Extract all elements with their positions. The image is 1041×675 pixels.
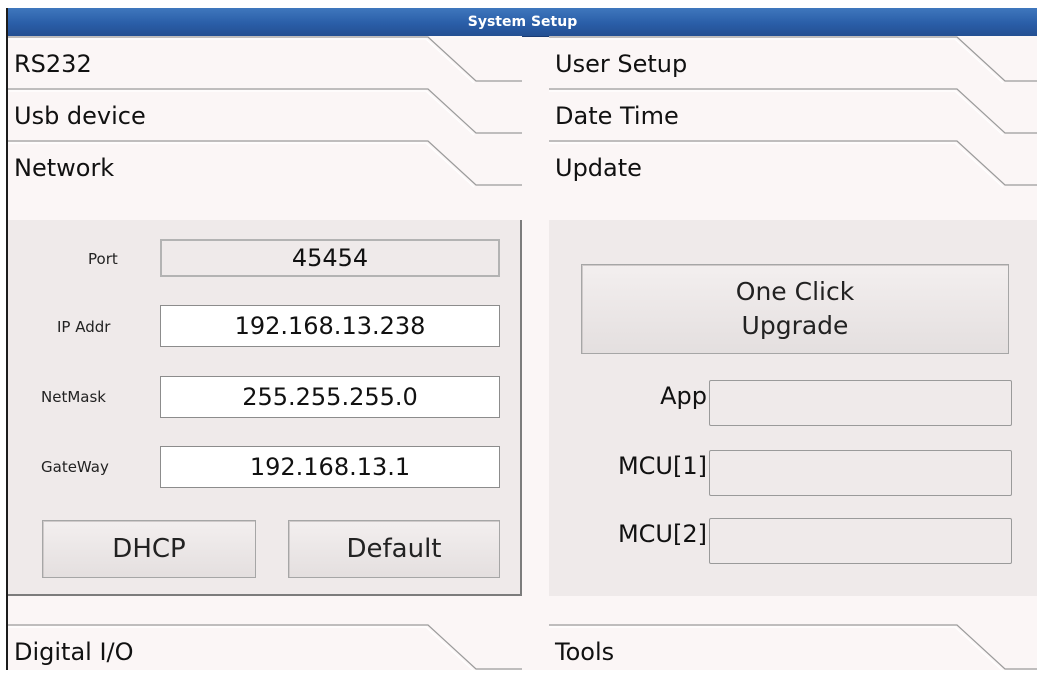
tab-label: Tools (555, 638, 615, 666)
tab-outline (549, 624, 1037, 670)
port-field[interactable]: 45454 (160, 239, 500, 277)
one-click-upgrade-button[interactable]: One Click Upgrade (581, 264, 1009, 354)
gateway-label: GateWay (41, 458, 109, 476)
upgrade-label-line2: Upgrade (741, 311, 849, 340)
mcu1-version-label: MCU[1] (617, 452, 707, 480)
netmask-field[interactable]: 255.255.255.0 (160, 376, 500, 418)
tab-label: Date Time (555, 102, 679, 130)
tab-tools[interactable]: Tools (549, 624, 1037, 670)
tab-update[interactable]: Update (549, 140, 1037, 192)
mcu2-version-label: MCU[2] (617, 520, 707, 548)
tab-rs232[interactable]: RS232 (8, 36, 522, 88)
system-setup-window: System Setup RS232 Usb device Network Po… (6, 8, 1037, 670)
tab-digital-io[interactable]: Digital I/O (8, 624, 522, 670)
tab-usb-device[interactable]: Usb device (8, 88, 522, 140)
tab-label: User Setup (555, 50, 688, 78)
tab-label: Update (555, 154, 642, 182)
tab-user-setup[interactable]: User Setup (549, 36, 1037, 88)
port-label: Port (88, 250, 118, 268)
upgrade-label-line1: One Click (735, 277, 855, 306)
update-panel: One Click Upgrade App MCU[1] MCU[2] (549, 220, 1037, 596)
right-column: User Setup Date Time Update One Click Up… (549, 36, 1037, 670)
window-title-bar: System Setup (8, 8, 1037, 37)
netmask-label: NetMask (41, 388, 106, 406)
tab-label: Network (14, 154, 115, 182)
mcu2-version-field (709, 518, 1012, 564)
default-button[interactable]: Default (288, 520, 500, 578)
tab-label: Digital I/O (14, 638, 134, 666)
gateway-field[interactable]: 192.168.13.1 (160, 446, 500, 488)
mcu1-version-field (709, 450, 1012, 496)
app-version-field (709, 380, 1012, 426)
tab-date-time[interactable]: Date Time (549, 88, 1037, 140)
tab-label: RS232 (14, 50, 92, 78)
ip-addr-label: IP Addr (57, 318, 111, 336)
dhcp-button[interactable]: DHCP (42, 520, 256, 578)
network-panel: Port 45454 IP Addr 192.168.13.238 NetMas… (8, 220, 522, 596)
ip-addr-field[interactable]: 192.168.13.238 (160, 305, 500, 347)
tab-label: Usb device (14, 102, 146, 130)
window-title: System Setup (467, 14, 578, 30)
left-column: RS232 Usb device Network Port 45454 IP A… (8, 36, 522, 670)
tab-network[interactable]: Network (8, 140, 522, 192)
app-version-label: App (660, 382, 707, 410)
